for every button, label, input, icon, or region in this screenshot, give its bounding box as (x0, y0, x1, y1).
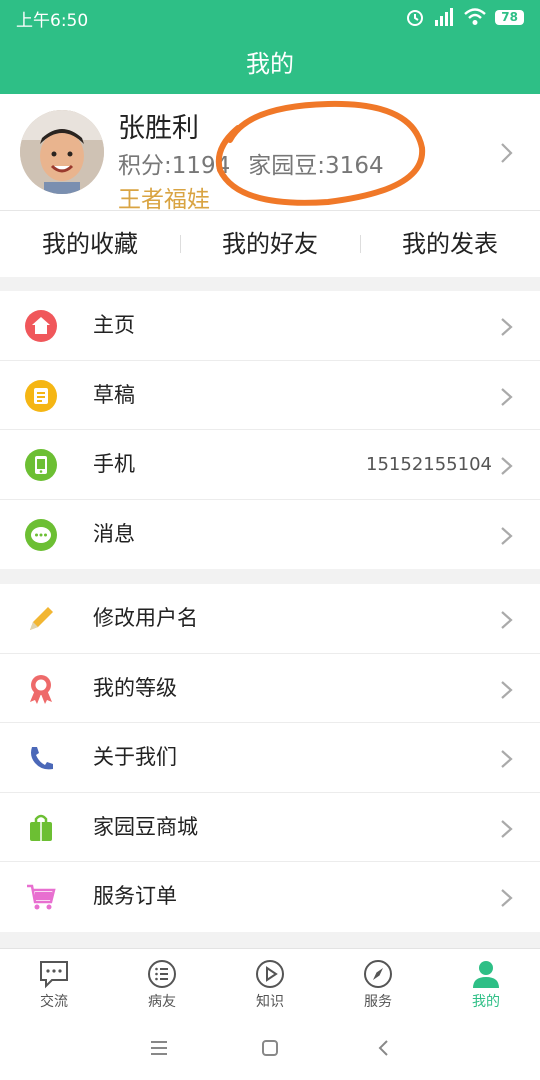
tab-label: 服务 (364, 994, 392, 1010)
menu-label: 草稿 (93, 382, 135, 407)
tab-label: 知识 (256, 994, 284, 1010)
back-icon[interactable] (374, 1038, 394, 1058)
quick-link-friends[interactable]: 我的好友 (180, 211, 360, 277)
menu-label: 我的等级 (93, 675, 177, 700)
page-title: 我的 (0, 34, 540, 94)
chevron-right-icon (501, 680, 513, 699)
draft-icon (24, 379, 58, 413)
phone-icon (24, 448, 58, 482)
list-icon (148, 960, 176, 988)
battery-indicator: 78 (495, 9, 524, 25)
menu-item-messages[interactable]: 消息 (0, 500, 540, 570)
chevron-right-icon (501, 889, 513, 907)
system-nav-bar (0, 1016, 540, 1080)
tab-label: 病友 (148, 994, 176, 1010)
menu-label: 关于我们 (93, 745, 177, 769)
person-icon (473, 961, 499, 988)
user-rank-title: 王者福娃 (118, 187, 210, 213)
menu-item-home[interactable]: 主页 (0, 291, 540, 361)
avatar[interactable] (20, 110, 104, 194)
menu-label: 服务订单 (93, 884, 177, 908)
status-bar: 上午6:50 78 (0, 0, 540, 34)
pencil-icon (24, 602, 58, 636)
points-count: 积分:1194 (118, 153, 231, 179)
telephone-icon (24, 741, 58, 775)
wifi-icon (464, 8, 487, 25)
quick-link-favorites[interactable]: 我的收藏 (0, 211, 180, 277)
phone-number: 15152155104 (366, 454, 492, 475)
menu-item-about[interactable]: 关于我们 (0, 723, 540, 793)
cart-icon (24, 880, 58, 914)
chevron-right-icon (501, 526, 513, 545)
menu-label: 主页 (93, 313, 135, 337)
menu-label: 修改用户名 (93, 606, 198, 630)
tab-knowledge[interactable]: 知识 (216, 949, 324, 1016)
status-icons: 78 (405, 6, 524, 28)
chat-icon (40, 961, 68, 989)
quick-link-posts[interactable]: 我的发表 (360, 211, 540, 277)
tab-patients[interactable]: 病友 (108, 949, 216, 1016)
tab-chat[interactable]: 交流 (0, 949, 108, 1016)
chevron-right-icon (501, 750, 513, 768)
chevron-right-icon (501, 143, 513, 163)
chevron-right-icon (501, 318, 513, 336)
tab-label: 我的 (472, 994, 500, 1010)
user-stats: 积分:1194 家园豆:3164 (118, 146, 384, 180)
alarm-icon (407, 10, 424, 26)
menu-label: 消息 (93, 521, 135, 546)
menu-item-level[interactable]: 我的等级 (0, 654, 540, 723)
message-icon (24, 518, 58, 552)
menu-icon[interactable] (149, 1038, 169, 1058)
menu-label: 家园豆商城 (93, 814, 198, 839)
menu-item-phone[interactable]: 手机 15152155104 (0, 430, 540, 500)
user-name: 张胜利 (118, 113, 199, 144)
beans-count: 家园豆:3164 (248, 153, 384, 179)
compass-icon (364, 960, 392, 988)
menu-label: 手机 (93, 452, 135, 476)
chevron-right-icon (501, 387, 513, 406)
home-square-icon[interactable] (260, 1038, 280, 1058)
bottom-tab-bar: 交流 病友 知识 服务 我的 (0, 948, 540, 1016)
signal-icon (435, 8, 454, 26)
tab-label: 交流 (40, 994, 68, 1010)
menu-item-service-orders[interactable]: 服务订单 (0, 862, 540, 932)
menu-group-account: 主页 草稿 手机 15152155104 消息 (0, 291, 540, 569)
shopping-bag-icon (24, 811, 58, 845)
tab-services[interactable]: 服务 (324, 949, 432, 1016)
status-time: 上午6:50 (16, 11, 89, 31)
ribbon-icon (24, 672, 58, 706)
profile-card[interactable]: 张胜利 积分:1194 家园豆:3164 王者福娃 (0, 94, 540, 213)
chevron-right-icon (501, 819, 513, 838)
avatar-image (20, 110, 104, 194)
chevron-right-icon (501, 611, 513, 629)
home-icon (24, 309, 58, 343)
menu-group-settings: 修改用户名 我的等级 关于我们 家园豆商城 服务订单 (0, 584, 540, 932)
menu-item-rename[interactable]: 修改用户名 (0, 584, 540, 654)
quick-links: 我的收藏 我的好友 我的发表 (0, 211, 540, 277)
menu-item-drafts[interactable]: 草稿 (0, 361, 540, 430)
menu-item-bean-mall[interactable]: 家园豆商城 (0, 793, 540, 862)
chevron-right-icon (501, 457, 513, 475)
play-icon (256, 960, 284, 988)
tab-mine[interactable]: 我的 (432, 949, 540, 1016)
